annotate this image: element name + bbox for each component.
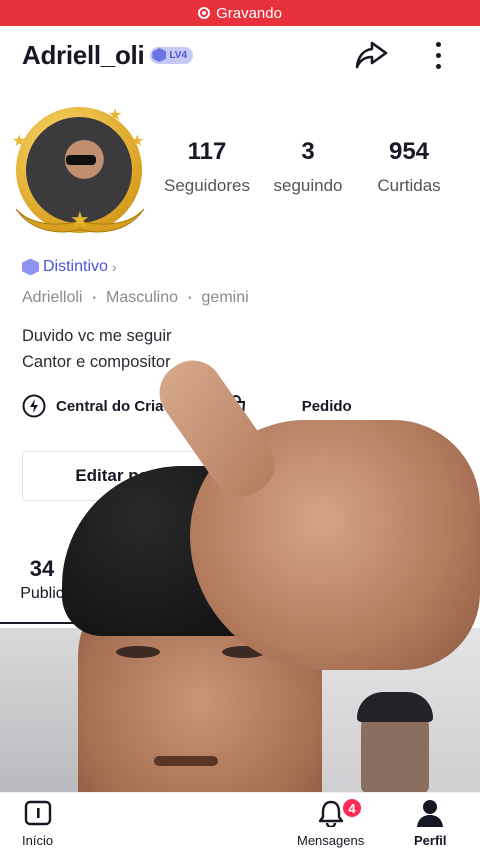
meta-separator: • [188,292,192,304]
level-hex-icon [152,48,167,62]
profile-meta: Adrielloli • Masculino • gemini [22,289,249,307]
profile-stats: 117 Seguidores 3 seguindo 954 Curtidas [158,138,458,196]
stat-following[interactable]: 3 seguindo [256,138,360,196]
nav-home[interactable]: Início [22,799,53,848]
badge-hex-icon [22,258,39,276]
stat-label: seguindo [273,176,343,195]
badge-label: Distintivo [43,258,108,275]
avatar[interactable]: ★ ★ ★ ★ [12,105,148,241]
nav-label: Perfil [414,833,447,848]
stat-label: Curtidas [377,176,441,195]
share-button[interactable] [352,36,390,74]
tab-count: 34 [29,556,55,581]
meta-gender: Masculino [105,289,179,306]
home-icon [24,800,51,826]
level-badge[interactable]: LV4 [150,46,194,64]
badge-link[interactable]: Distintivo › [22,258,117,276]
stat-likes[interactable]: 954 Curtidas [360,138,458,196]
share-icon [355,41,388,69]
bio-line: Duvido vc me seguir [22,327,172,345]
camera-hand-overlay [147,340,480,700]
star-icon: ★ [108,107,123,124]
person-icon [417,800,444,827]
nav-messages[interactable]: 4 Mensagens [297,797,365,848]
stat-followers[interactable]: 117 Seguidores [158,138,256,196]
recording-status-bar: Gravando [0,0,480,26]
meta-separator: • [92,292,96,304]
profile-bio: Duvido vc me seguir Cantor e compositor [22,323,171,375]
lightning-icon [22,394,46,418]
profile-header: Adriell_oli LV4 [0,26,480,84]
nav-profile[interactable]: Perfil [414,799,447,848]
meta-sign: gemini [201,289,249,306]
star-icon: ★ [70,207,90,232]
level-badge-label: LV4 [169,49,188,61]
meta-handle: Adrielloli [22,289,83,306]
chevron-right-icon: › [111,259,117,275]
username: Adriell_oli [22,39,145,70]
bio-line: Cantor e compositor [22,353,171,371]
nav-label: Início [22,833,54,848]
stat-value: 3 [301,138,315,165]
record-icon [198,7,211,19]
star-icon: ★ [12,133,27,150]
notification-badge: 4 [341,797,363,819]
bottom-navigation: Início 4 Mensagens Perfil [0,792,480,854]
nav-label: Mensagens [297,833,365,848]
more-options-button[interactable] [424,36,452,74]
stat-value: 117 [187,138,227,165]
tab-label: Public [20,585,64,602]
recording-label: Gravando [216,4,282,22]
star-icon: ★ [130,133,145,150]
stat-label: Seguidores [163,176,250,195]
stat-value: 954 [388,138,430,165]
more-vertical-icon [435,41,441,47]
